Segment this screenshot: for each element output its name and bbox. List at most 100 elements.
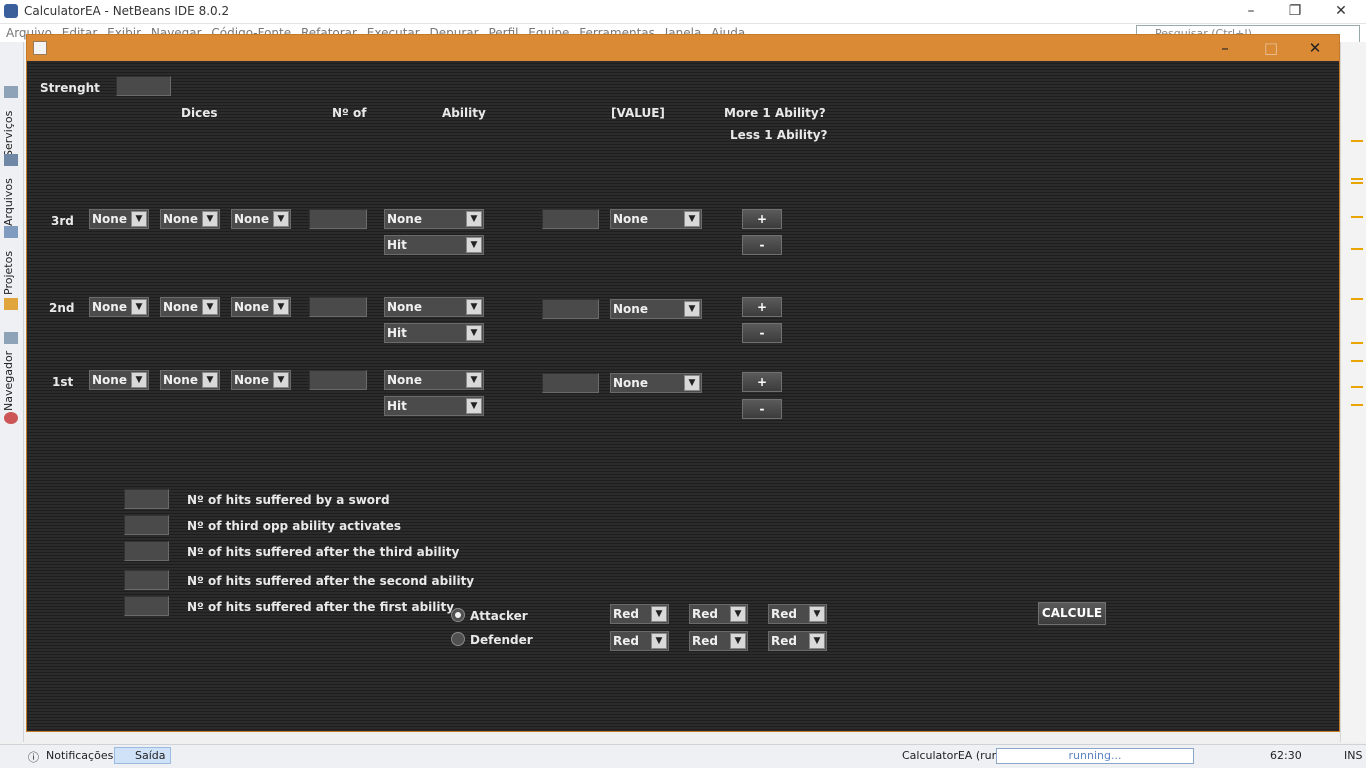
ide-titlebar: CalculatorEA - NetBeans IDE 8.0.2 – ❐ ✕ — [0, 0, 1366, 24]
chevron-down-icon: ▼ — [466, 299, 482, 315]
services-icon — [4, 154, 18, 166]
ability-type-select[interactable]: Hit ▼ — [384, 323, 484, 343]
value-input[interactable] — [542, 373, 599, 393]
color-select[interactable]: Red ▼ — [768, 604, 827, 624]
result-output[interactable] — [124, 596, 169, 616]
less-ability-button[interactable]: - — [742, 235, 782, 255]
dice-select[interactable]: None ▼ — [89, 297, 149, 317]
chevron-down-icon: ▼ — [202, 299, 218, 315]
calculate-button[interactable]: CALCULE — [1038, 602, 1106, 625]
tab-navegador[interactable]: Navegador — [2, 348, 22, 414]
chevron-down-icon: ▼ — [809, 633, 825, 649]
ability-select[interactable]: None ▼ — [384, 209, 484, 229]
dice-select[interactable]: None ▼ — [89, 209, 149, 229]
n-of-input[interactable] — [309, 370, 367, 390]
value-select[interactable]: None ▼ — [610, 299, 702, 319]
value-select-text: None — [613, 376, 648, 390]
dice-select[interactable]: None ▼ — [231, 297, 291, 317]
dice-value: None — [234, 300, 269, 314]
color-value: Red — [692, 634, 718, 648]
chevron-down-icon: ▼ — [131, 299, 147, 315]
dice-select[interactable]: None ▼ — [160, 297, 220, 317]
notifications-tab[interactable]: Notificações — [46, 749, 113, 762]
tab-arquivos[interactable]: Arquivos — [2, 176, 22, 228]
result-label: Nº of third opp ability activates — [187, 519, 402, 533]
chevron-down-icon: ▼ — [684, 375, 700, 391]
chevron-down-icon: ▼ — [809, 606, 825, 622]
close-icon[interactable]: ✕ — [1318, 0, 1364, 24]
ability-type-value: Hit — [387, 238, 407, 252]
n-of-input[interactable] — [309, 209, 367, 229]
ability-select[interactable]: None ▼ — [384, 297, 484, 317]
chevron-down-icon: ▼ — [684, 211, 700, 227]
chevron-down-icon: ▼ — [730, 633, 746, 649]
defender-radio[interactable] — [451, 632, 465, 646]
ability-type-select[interactable]: Hit ▼ — [384, 235, 484, 255]
chevron-down-icon: ▼ — [466, 237, 482, 253]
attacker-label: Attacker — [470, 609, 528, 623]
marker — [1351, 342, 1363, 344]
dice-value: None — [163, 212, 198, 226]
color-value: Red — [692, 607, 718, 621]
netbeans-icon — [4, 4, 18, 18]
n-of-input[interactable] — [309, 297, 367, 317]
ability-value: None — [387, 300, 422, 314]
attacker-radio[interactable] — [451, 608, 465, 622]
value-input[interactable] — [542, 299, 599, 319]
result-label: Nº of hits suffered after the first abil… — [187, 600, 455, 614]
dice-select[interactable]: None ▼ — [160, 209, 220, 229]
more-ability-button[interactable]: + — [742, 297, 782, 317]
ability-select[interactable]: None ▼ — [384, 370, 484, 390]
dice-select[interactable]: None ▼ — [231, 370, 291, 390]
color-select[interactable]: Red ▼ — [610, 604, 669, 624]
color-select[interactable]: Red ▼ — [689, 604, 748, 624]
result-label: Nº of hits suffered by a sword — [187, 493, 390, 507]
color-value: Red — [613, 607, 639, 621]
app-minimize-icon[interactable]: – — [1203, 37, 1247, 59]
output-tab[interactable]: Saída — [114, 747, 171, 764]
chevron-down-icon: ▼ — [466, 211, 482, 227]
chevron-down-icon: ▼ — [273, 299, 289, 315]
projects-icon — [4, 298, 18, 310]
ide-statusbar: ⓘ Notificações Saída CalculatorEA (run) … — [0, 744, 1366, 768]
header-n-of: Nº of — [332, 106, 367, 120]
color-select[interactable]: Red ▼ — [689, 631, 748, 651]
row-label-3rd: 3rd — [51, 214, 74, 228]
chevron-down-icon: ▼ — [466, 372, 482, 388]
strength-input[interactable] — [116, 76, 171, 96]
more-ability-button[interactable]: + — [742, 372, 782, 392]
color-select[interactable]: Red ▼ — [768, 631, 827, 651]
left-side-panel: Serviços Arquivos Projetos Navegador — [0, 42, 24, 742]
chevron-down-icon: ▼ — [466, 398, 482, 414]
dice-select[interactable]: None ▼ — [231, 209, 291, 229]
value-input[interactable] — [542, 209, 599, 229]
result-output[interactable] — [124, 541, 169, 561]
minimize-icon[interactable]: – — [1228, 0, 1274, 24]
ability-type-select[interactable]: Hit ▼ — [384, 396, 484, 416]
color-select[interactable]: Red ▼ — [610, 631, 669, 651]
less-ability-button[interactable]: - — [742, 323, 782, 343]
value-select[interactable]: None ▼ — [610, 209, 702, 229]
dice-value: None — [92, 212, 127, 226]
app-close-icon[interactable]: ✕ — [1293, 37, 1337, 59]
app-window: – □ ✕ Strenght Dices Nº of Ability [VALU… — [26, 34, 1340, 732]
result-output[interactable] — [124, 489, 169, 509]
value-select[interactable]: None ▼ — [610, 373, 702, 393]
dice-value: None — [234, 212, 269, 226]
chevron-down-icon: ▼ — [202, 211, 218, 227]
more-ability-button[interactable]: + — [742, 209, 782, 229]
insert-mode: INS — [1344, 749, 1363, 762]
dice-select[interactable]: None ▼ — [89, 370, 149, 390]
marker — [1351, 386, 1363, 388]
tab-projetos[interactable]: Projetos — [2, 246, 22, 300]
result-output[interactable] — [124, 570, 169, 590]
result-output[interactable] — [124, 515, 169, 535]
app-maximize-icon[interactable]: □ — [1249, 37, 1293, 59]
dice-select[interactable]: None ▼ — [160, 370, 220, 390]
right-side-panel — [1340, 42, 1366, 742]
less-ability-button[interactable]: - — [742, 399, 782, 419]
dice-value: None — [234, 373, 269, 387]
info-icon: ⓘ — [28, 751, 39, 764]
restore-icon[interactable]: ❐ — [1272, 0, 1318, 24]
app-content: Strenght Dices Nº of Ability [VALUE] Mor… — [27, 61, 1339, 731]
